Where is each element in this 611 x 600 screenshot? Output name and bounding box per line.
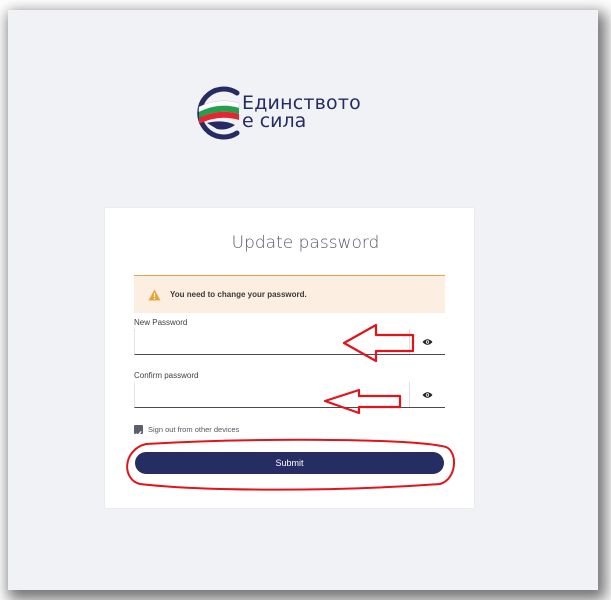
confirm-password-field[interactable] bbox=[134, 382, 445, 408]
show-new-password-button[interactable] bbox=[409, 329, 445, 354]
signout-checkbox[interactable] bbox=[134, 425, 143, 437]
new-password-input[interactable] bbox=[137, 329, 407, 353]
eye-icon bbox=[422, 391, 433, 398]
confirm-password-input[interactable] bbox=[137, 382, 407, 406]
signout-label: Sign out from other devices bbox=[148, 425, 240, 434]
warning-icon bbox=[148, 289, 161, 301]
page-title: Update password bbox=[231, 233, 380, 253]
eye-icon bbox=[422, 338, 433, 345]
new-password-field[interactable] bbox=[134, 329, 445, 355]
alert-message: You need to change your password. bbox=[170, 290, 307, 299]
show-confirm-password-button[interactable] bbox=[409, 382, 445, 407]
submit-button[interactable]: Submit bbox=[135, 452, 444, 474]
logo-subtitle: е сила bbox=[242, 110, 307, 132]
checkmark-icon bbox=[135, 430, 142, 437]
confirm-password-label: Confirm password bbox=[134, 371, 199, 380]
new-password-label: New Password bbox=[134, 318, 188, 327]
